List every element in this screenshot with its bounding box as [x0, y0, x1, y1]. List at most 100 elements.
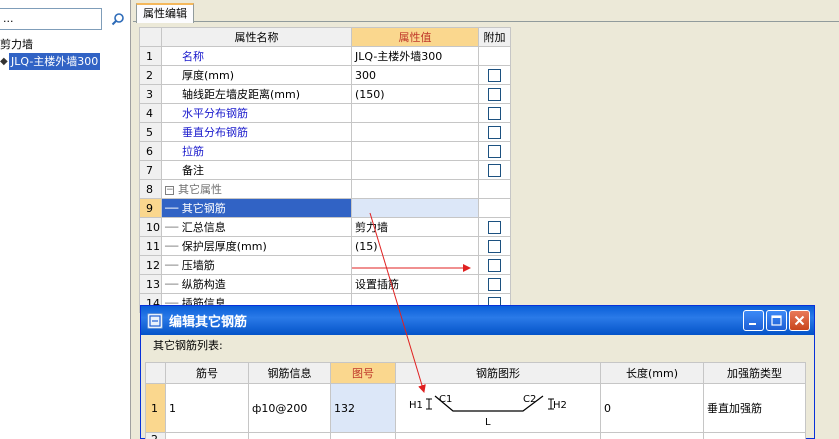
col-header-bar-info[interactable]: 钢筋信息 [248, 362, 331, 384]
col-header-value[interactable]: 属性值 [351, 27, 479, 47]
table-row[interactable]: 9 ── 其它钢筋 [139, 198, 511, 218]
type-cell[interactable]: 垂直加强筋 [703, 383, 806, 433]
property-name: 保护层厚度(mm) [181, 240, 267, 253]
property-value[interactable]: (15) [351, 236, 479, 256]
table-row[interactable]: 3 轴线距左墙皮距离(mm) (150) [139, 84, 511, 104]
col-header-name[interactable]: 属性名称 [161, 27, 352, 47]
property-name: 汇总信息 [181, 221, 226, 234]
edit-other-rebar-dialog: 编辑其它钢筋 其它钢筋列表: 筋号 钢筋信息 图号 钢筋图形 长度(mm) 加强… [140, 305, 815, 439]
table-row[interactable]: 1 1 ф10@200 132 H1 C1 C2 H2 L 0 垂直加强筋 [145, 383, 806, 433]
extra-checkbox[interactable] [488, 106, 501, 120]
col-header-extra[interactable]: 附加 [478, 27, 511, 47]
table-row[interactable]: 10 ── 汇总信息 剪力墙 [139, 217, 511, 237]
extra-checkbox[interactable] [488, 239, 501, 253]
extra-checkbox[interactable] [488, 163, 501, 177]
extra-checkbox[interactable] [488, 68, 501, 82]
extra-cell [478, 65, 511, 85]
col-header-shape[interactable]: 钢筋图形 [395, 362, 601, 384]
bar-no-cell[interactable]: 1 [165, 383, 249, 433]
table-row[interactable]: 2 [145, 432, 806, 439]
search-input[interactable]: ... [0, 8, 102, 30]
property-name: 其它属性 [178, 183, 222, 196]
grid-header-row: 属性名称 属性值 附加 [139, 27, 511, 47]
extra-cell [478, 103, 511, 123]
property-value[interactable] [351, 255, 479, 275]
property-name-cell: ── 其它钢筋 [161, 198, 352, 218]
table-row[interactable]: 11 ── 保护层厚度(mm) (15) [139, 236, 511, 256]
property-value[interactable] [351, 103, 479, 123]
table-row[interactable]: 2 厚度(mm) 300 [139, 65, 511, 85]
bar-info-cell[interactable] [248, 432, 331, 439]
property-value[interactable] [351, 160, 479, 180]
shape-no-cell[interactable]: 132 [330, 383, 396, 433]
extra-cell [478, 198, 511, 218]
extra-checkbox[interactable] [488, 220, 501, 234]
tree-item-wall-300[interactable]: ◆ JLQ-主楼外墙300 [0, 53, 131, 70]
shape-cell[interactable]: H1 C1 C2 H2 L [395, 383, 601, 433]
property-value[interactable] [351, 141, 479, 161]
extra-checkbox[interactable] [488, 144, 501, 158]
bar-no-cell[interactable] [165, 432, 249, 439]
tree-line-icon: ── [165, 278, 182, 291]
table-row[interactable]: 13 ── 纵筋构造 设置插筋 [139, 274, 511, 294]
row-number: 9 [139, 198, 162, 218]
shape-no-cell[interactable] [330, 432, 396, 439]
col-header-bar-no[interactable]: 筋号 [165, 362, 249, 384]
row-number: 11 [139, 236, 162, 256]
table-row[interactable]: 7 备注 [139, 160, 511, 180]
length-cell[interactable]: 0 [600, 383, 704, 433]
bar-info-cell[interactable]: ф10@200 [248, 383, 331, 433]
rebar-grid: 筋号 钢筋信息 图号 钢筋图形 长度(mm) 加强筋类型 1 1 ф10@200… [145, 362, 806, 439]
table-row[interactable]: 1 名称 JLQ-主楼外墙300 [139, 46, 511, 66]
corner-cell [145, 362, 166, 384]
col-header-shape-no[interactable]: 图号 [330, 362, 396, 384]
row-number: 2 [139, 65, 162, 85]
property-name: 水平分布钢筋 [161, 103, 352, 123]
table-row[interactable]: 6 拉筋 [139, 141, 511, 161]
extra-checkbox[interactable] [488, 87, 501, 101]
type-cell[interactable] [703, 432, 806, 439]
rebar-list-label: 其它钢筋列表: [153, 339, 223, 352]
property-value[interactable]: 剪力墙 [351, 217, 479, 237]
extra-cell [478, 84, 511, 104]
close-button[interactable] [789, 310, 810, 331]
property-value[interactable] [351, 198, 479, 218]
property-name-cell: ── 纵筋构造 [161, 274, 352, 294]
table-row[interactable]: 5 垂直分布钢筋 [139, 122, 511, 142]
tab-property-edit[interactable]: 属性编辑 [136, 3, 194, 23]
extra-cell [478, 217, 511, 237]
shape-cell[interactable] [395, 432, 601, 439]
extra-checkbox[interactable] [488, 277, 501, 291]
table-row[interactable]: 8 − 其它属性 [139, 179, 511, 199]
tree-item-label: JLQ-主楼外墙300 [9, 53, 101, 70]
table-row[interactable]: 12 ── 压墙筋 [139, 255, 511, 275]
maximize-button[interactable] [766, 310, 787, 331]
col-header-length[interactable]: 长度(mm) [600, 362, 704, 384]
window-controls [743, 310, 810, 331]
property-value[interactable]: JLQ-主楼外墙300 [351, 46, 479, 66]
minimize-button[interactable] [743, 310, 764, 331]
extra-checkbox[interactable] [488, 125, 501, 139]
tree-item-shear-wall[interactable]: 剪力墙 [0, 36, 131, 53]
length-cell[interactable] [600, 432, 704, 439]
row-number: 3 [139, 84, 162, 104]
property-value[interactable]: 设置插筋 [351, 274, 479, 294]
table-row[interactable]: 4 水平分布钢筋 [139, 103, 511, 123]
extra-cell [478, 236, 511, 256]
extra-checkbox[interactable] [488, 258, 501, 272]
row-number: 12 [139, 255, 162, 275]
row-number: 8 [139, 179, 162, 199]
extra-cell [478, 274, 511, 294]
property-value[interactable]: (150) [351, 84, 479, 104]
collapse-icon[interactable]: − [165, 185, 174, 195]
extra-cell [478, 46, 511, 66]
dialog-titlebar[interactable]: 编辑其它钢筋 [141, 306, 814, 335]
col-header-type[interactable]: 加强筋类型 [703, 362, 806, 384]
property-name: 纵筋构造 [181, 278, 226, 291]
search-icon [111, 13, 124, 26]
tree-line-icon: ── [165, 202, 182, 215]
row-number: 2 [145, 432, 166, 439]
search-button[interactable] [107, 8, 129, 30]
property-value[interactable]: 300 [351, 65, 479, 85]
property-value[interactable] [351, 122, 479, 142]
